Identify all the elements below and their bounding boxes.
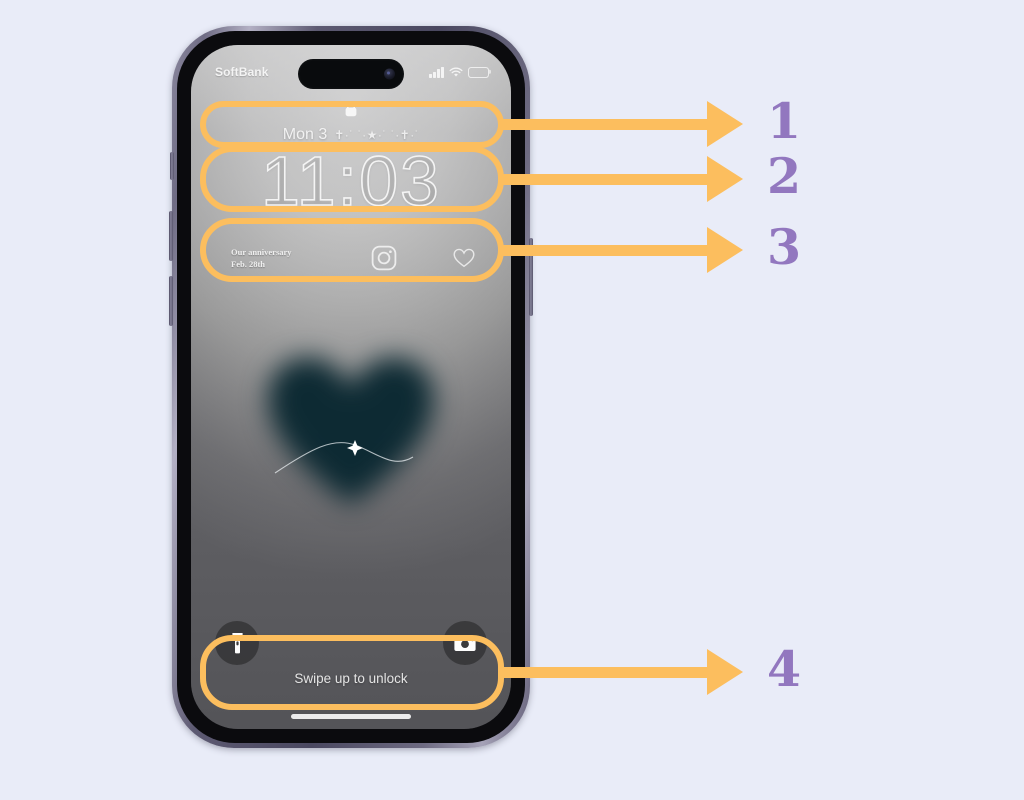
cellular-signal-icon (429, 66, 444, 78)
clock-time[interactable]: 11:03 (191, 141, 511, 221)
annotation-number-3: 3 (767, 218, 802, 276)
volume-down-button[interactable] (169, 276, 173, 326)
flashlight-button[interactable] (215, 621, 259, 665)
anniversary-widget[interactable]: Our anniversary Feb. 28th (209, 246, 329, 271)
anniversary-date: Feb. 28th (231, 259, 265, 269)
annotation-number-4: 4 (767, 640, 802, 698)
dynamic-island[interactable] (298, 59, 404, 89)
connector-line-3 (498, 245, 714, 256)
lock-screen[interactable]: SoftBank Mon 3 ✝·˙ ˙·★·˙ ˙·✝·˙ 11:03 Our… (191, 45, 511, 729)
carrier-label: SoftBank (215, 65, 269, 79)
arrow-head-2 (707, 156, 743, 202)
anniversary-title: Our anniversary (231, 246, 292, 257)
wifi-icon (449, 67, 463, 77)
lock-closed-icon (345, 101, 357, 117)
connector-line-2 (498, 174, 714, 185)
wallpaper-heart-art (251, 345, 451, 525)
swipe-up-hint: Swipe up to unlock (294, 671, 408, 686)
battery-icon (468, 66, 489, 78)
flashlight-icon (231, 633, 243, 654)
arrow-head-1 (707, 101, 743, 147)
status-icon-group (429, 66, 489, 78)
phone-bezel: SoftBank Mon 3 ✝·˙ ˙·★·˙ ˙·✝·˙ 11:03 Our… (177, 31, 525, 743)
widget-row[interactable]: Our anniversary Feb. 28th (209, 235, 493, 281)
screenshot-canvas: SoftBank Mon 3 ✝·˙ ˙·★·˙ ˙·✝·˙ 11:03 Our… (0, 0, 1024, 800)
shooting-star-icon (274, 440, 414, 474)
connector-line-1 (498, 119, 714, 130)
heart-outline-icon[interactable] (453, 248, 475, 268)
connector-line-4 (498, 667, 714, 678)
date-decoration: ✝·˙ ˙·★·˙ ˙·✝·˙ (334, 128, 420, 142)
camera-button[interactable] (443, 621, 487, 665)
bottom-quick-actions[interactable]: Swipe up to unlock (191, 621, 511, 719)
home-indicator-bar[interactable] (291, 714, 411, 719)
front-camera-icon (384, 68, 395, 80)
iphone-mockup: SoftBank Mon 3 ✝·˙ ˙·★·˙ ˙·✝·˙ 11:03 Our… (169, 26, 533, 748)
camera-icon (454, 635, 476, 651)
annotation-number-1: 1 (767, 92, 802, 150)
arrow-head-4 (707, 649, 743, 695)
volume-up-button[interactable] (169, 211, 173, 261)
heart-shape-icon (268, 357, 434, 505)
arrow-head-3 (707, 227, 743, 273)
silent-switch-button[interactable] (170, 152, 174, 180)
instagram-icon[interactable] (371, 245, 397, 271)
annotation-number-2: 2 (767, 147, 802, 205)
